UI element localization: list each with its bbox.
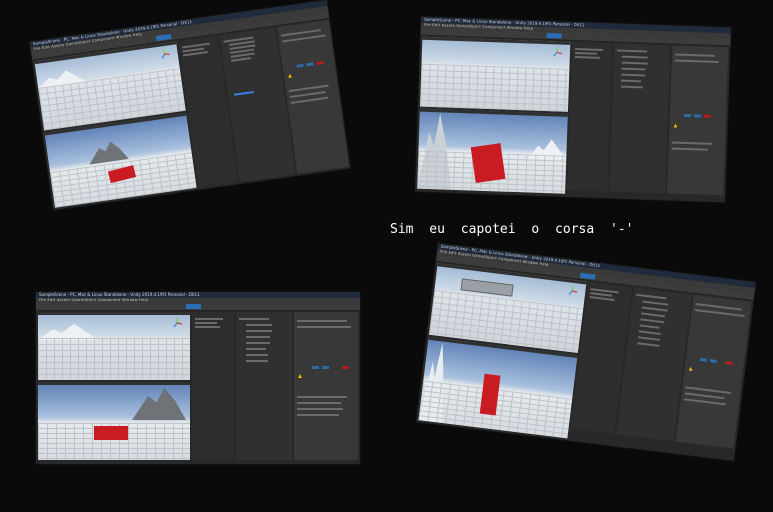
- axis-gizmo-icon[interactable]: [552, 47, 563, 57]
- warning-icon: [298, 374, 302, 378]
- axis-gizmo-icon[interactable]: [172, 318, 182, 328]
- flipped-red-car: [470, 143, 506, 183]
- axis-gizmo-icon[interactable]: [567, 285, 578, 296]
- caption-text: Sim eu capotei o corsa '-': [390, 222, 634, 237]
- warning-icon: [673, 124, 677, 128]
- axis-gizmo-icon[interactable]: [159, 48, 170, 59]
- game-view[interactable]: [38, 382, 190, 460]
- project-panel[interactable]: [236, 312, 292, 460]
- editor-screenshot-3: SampleScene - PC, Mac & Linux Standalone…: [36, 292, 360, 464]
- inspector-panel[interactable]: [667, 45, 729, 196]
- hierarchy-panel[interactable]: [567, 41, 613, 192]
- play-button[interactable]: [156, 33, 172, 42]
- floor-grid: [38, 337, 190, 380]
- play-button[interactable]: [546, 33, 562, 39]
- toolbar: [36, 303, 360, 311]
- warning-icon: [688, 367, 692, 371]
- game-view[interactable]: [418, 336, 578, 439]
- editor-screenshot-4: SampleScene - PC, Mac & Linux Standalone…: [416, 243, 756, 461]
- mountain: [132, 388, 186, 420]
- editor-screenshot-2: SampleScene - PC, Mac & Linux Standalone…: [415, 16, 731, 203]
- scene-tab-bar: [38, 312, 190, 315]
- editor-screenshot-1: SampleScene - PC, Mac & Linux Standalone…: [29, 0, 351, 211]
- red-car: [94, 426, 128, 440]
- play-button[interactable]: [580, 272, 596, 280]
- hierarchy-panel[interactable]: [192, 312, 234, 460]
- play-button[interactable]: [186, 304, 201, 309]
- floor-grid: [420, 63, 570, 112]
- project-panel[interactable]: [609, 43, 671, 194]
- scene-view[interactable]: [38, 312, 190, 380]
- inspector-panel[interactable]: [294, 312, 358, 460]
- scene-view[interactable]: [420, 36, 571, 112]
- warning-icon: [288, 74, 293, 79]
- game-view[interactable]: [417, 108, 568, 194]
- game-tab-bar: [38, 382, 190, 385]
